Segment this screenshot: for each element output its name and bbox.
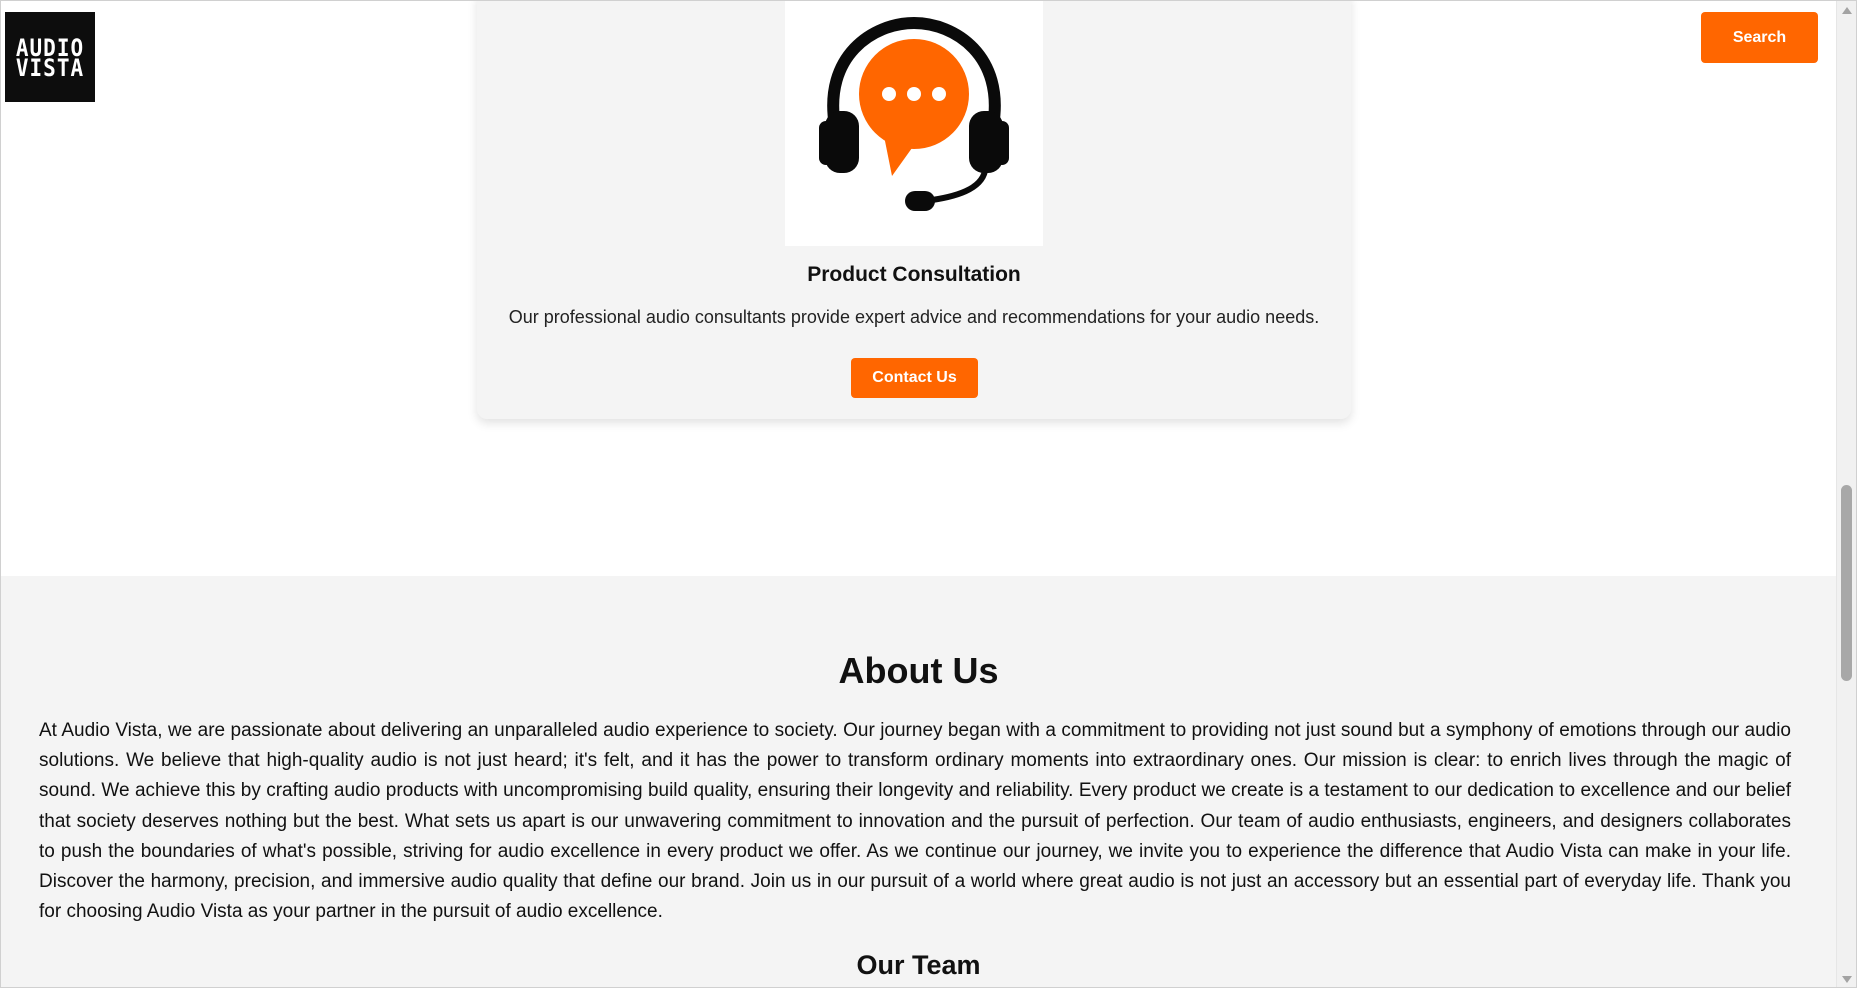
team-title: Our Team [856,950,981,980]
service-card-title: Product Consultation [807,263,1021,286]
support-headset-chat-icon [819,16,1009,211]
service-card-product-consultation: Product Consultation Our professional au… [477,1,1351,419]
brand-logo[interactable]: AUDIO VISTA [5,12,95,102]
about-section: About Us At Audio Vista, we are passiona… [1,576,1836,987]
scroll-up-arrow-icon[interactable] [1842,7,1852,14]
search-button[interactable]: Search [1701,12,1818,63]
about-title: About Us [838,650,999,691]
service-card-description: Our professional audio consultants provi… [508,307,1320,327]
scroll-down-arrow-icon[interactable] [1842,976,1852,983]
page-content: AUDIO VISTA Search Product Consultation … [1,1,1836,987]
scroll-thumb[interactable] [1841,485,1852,681]
about-text: At Audio Vista, we are passionate about … [39,720,1791,923]
logo-text-line-2: VISTA [15,54,85,82]
contact-us-button[interactable]: Contact Us [851,358,978,398]
service-card-image [785,1,1043,246]
page: AUDIO VISTA Search Product Consultation … [0,0,1857,988]
vertical-scrollbar[interactable] [1836,1,1856,987]
